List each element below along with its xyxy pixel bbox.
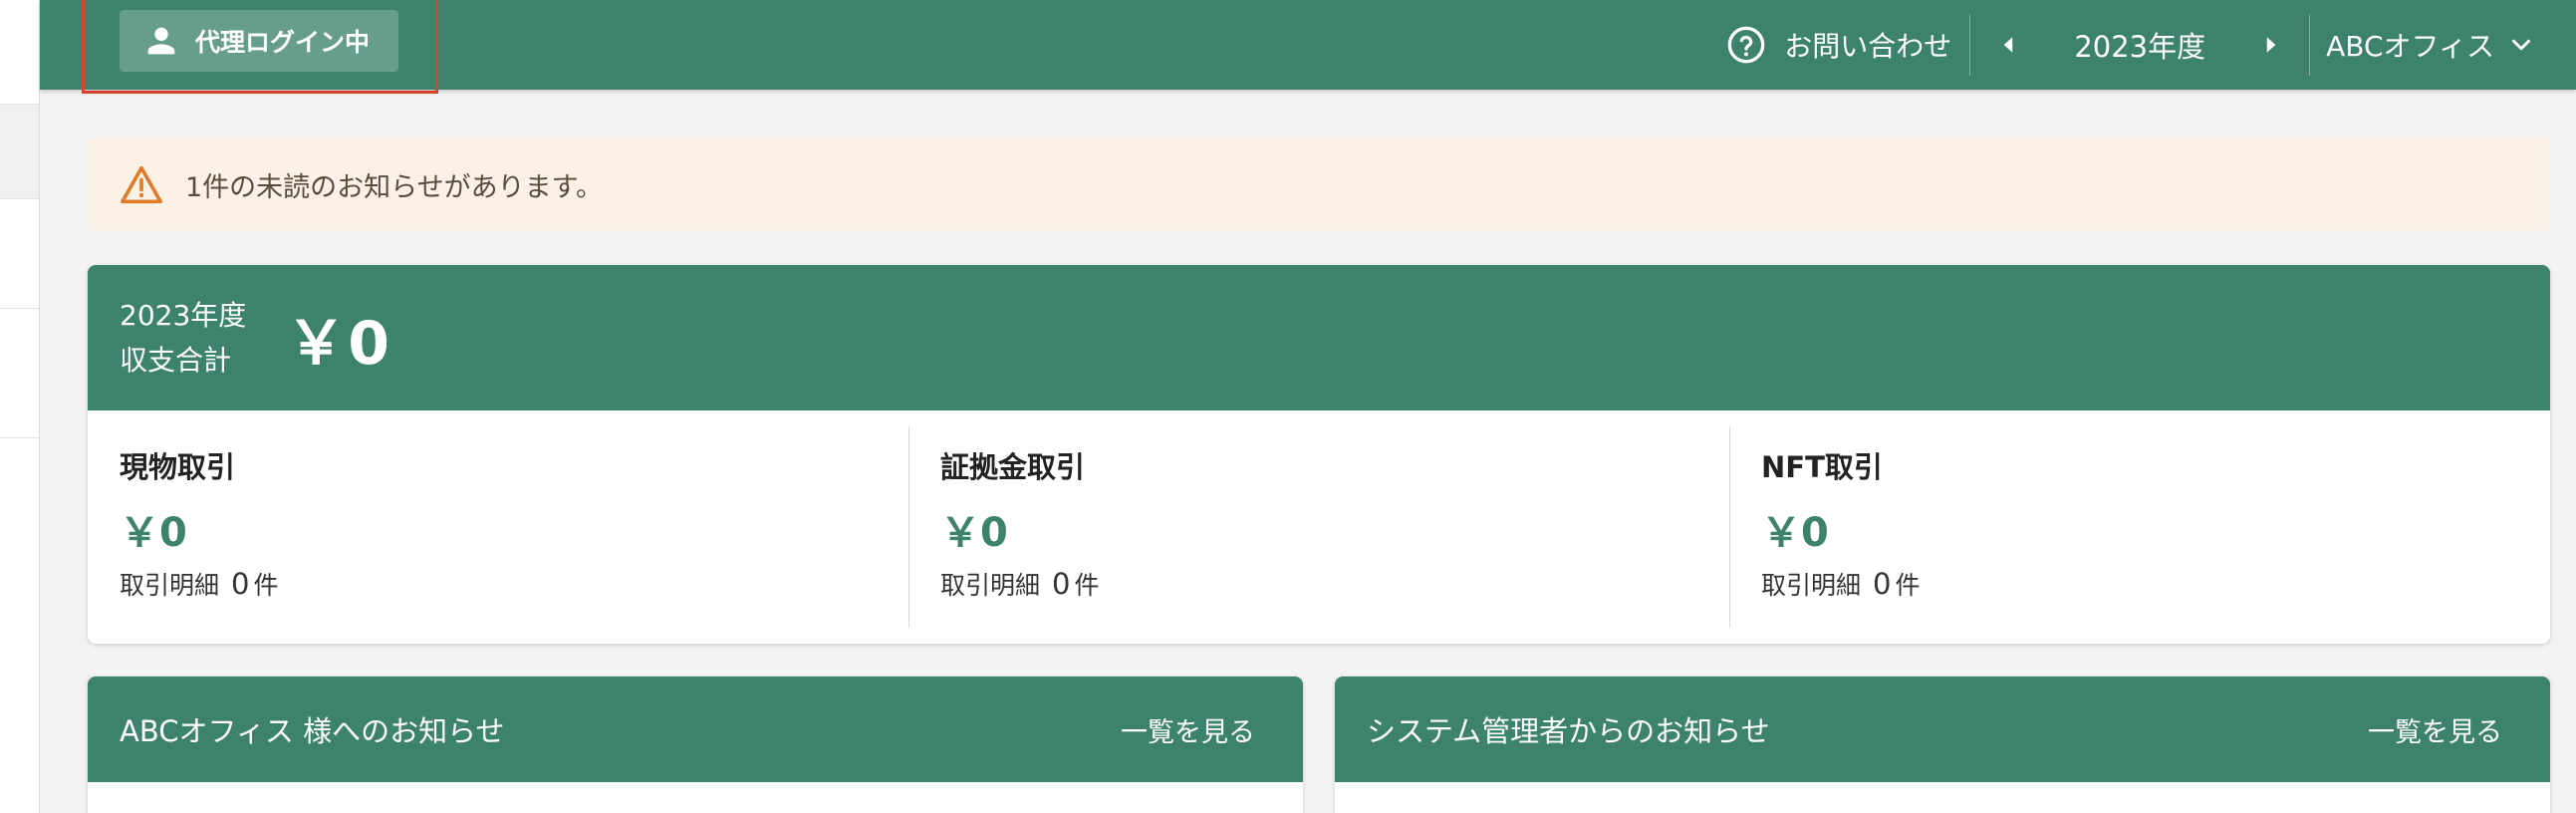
office-notice-header: ABCオフィス 様へのお知らせ 一覧を見る [88,677,1303,782]
detail-label: 取引明細 [940,571,1041,600]
office-name: ABCオフィス [2326,30,2494,63]
nft-trade-amount: ￥0 [1761,510,1829,556]
summary-total-label: 収支合計 [120,344,232,377]
nft-trade-title: NFT取引 [1761,450,1883,484]
admin-notice-view-all-link[interactable]: 一覧を見る [2368,710,2502,749]
sidebar-slot-active[interactable] [0,105,39,199]
office-selector[interactable]: ABCオフィス [2310,0,2576,90]
admin-notice-header: システム管理者からのお知らせ 一覧を見る [1335,677,2550,782]
chevron-down-icon [2512,39,2530,51]
caret-left-icon[interactable] [1996,32,2022,58]
office-notice-view-all-link[interactable]: 一覧を見る [1121,710,1255,749]
proxy-login-button[interactable]: 代理ログイン中 [120,10,398,72]
contact-link[interactable]: お問い合わせ [1726,0,1969,90]
summary-label: 2023年度 収支合計 [120,293,246,383]
detail-unit: 件 [1895,571,1921,600]
office-notice-title: ABCオフィス 様へのお知らせ [120,714,505,748]
office-notice-card: ABCオフィス 様へのお知らせ 一覧を見る [88,677,1303,813]
detail-label: 取引明細 [120,571,220,600]
detail-unit: 件 [1074,571,1100,600]
detail-label: 取引明細 [1761,571,1862,600]
unread-notice-banner[interactable]: 1件の未読のお知らせがあります。 [88,138,2550,230]
margin-trade-amount: ￥0 [940,510,1008,556]
contact-label: お問い合わせ [1784,30,1952,63]
warning-icon [121,165,162,204]
nft-trade-summary[interactable]: NFT取引 ￥0 取引明細 0 件 [1729,410,2550,644]
nft-trade-detail: 取引明細 0 件 [1761,566,2518,602]
spot-trade-title: 現物取引 [120,450,236,484]
margin-trade-title: 証拠金取引 [940,450,1086,484]
caret-right-icon[interactable] [2257,32,2283,58]
fiscal-year-label: 2023年度 [2074,30,2206,64]
spot-trade-summary[interactable]: 現物取引 ￥0 取引明細 0 件 [88,410,908,644]
spot-trade-detail: 取引明細 0 件 [120,566,877,602]
detail-count: 0 [1052,567,1071,601]
detail-unit: 件 [253,571,279,600]
detail-count: 0 [231,567,250,601]
fiscal-year-nav: 2023年度 [1970,0,2309,90]
proxy-login-label: 代理ログイン中 [195,28,371,57]
summary-total-amount: ￥0 [286,308,392,379]
left-sidebar [0,0,40,813]
spot-trade-amount: ￥0 [120,510,187,556]
person-icon [147,27,175,55]
help-icon [1727,26,1765,64]
margin-trade-summary[interactable]: 証拠金取引 ￥0 取引明細 0 件 [908,410,1729,644]
margin-trade-detail: 取引明細 0 件 [940,566,1697,602]
annual-summary-card: 2023年度 収支合計 ￥0 現物取引 ￥0 取引明細 0 件 証拠金取引 ￥0 取… [88,265,2550,644]
sidebar-slot[interactable] [0,0,39,105]
admin-notice-title: システム管理者からのお知らせ [1367,714,1770,748]
top-header: 代理ログイン中 お問い合わせ 2023年度 ABCオフィス [40,0,2576,94]
unread-notice-text: 1件の未読のお知らせがあります。 [185,171,603,203]
admin-notice-card: システム管理者からのお知らせ 一覧を見る [1335,677,2550,813]
sidebar-slot[interactable] [0,199,39,309]
summary-year: 2023年度 [120,299,247,332]
summary-header: 2023年度 収支合計 ￥0 [88,265,2550,410]
detail-count: 0 [1873,567,1892,601]
sidebar-slot[interactable] [0,309,39,438]
